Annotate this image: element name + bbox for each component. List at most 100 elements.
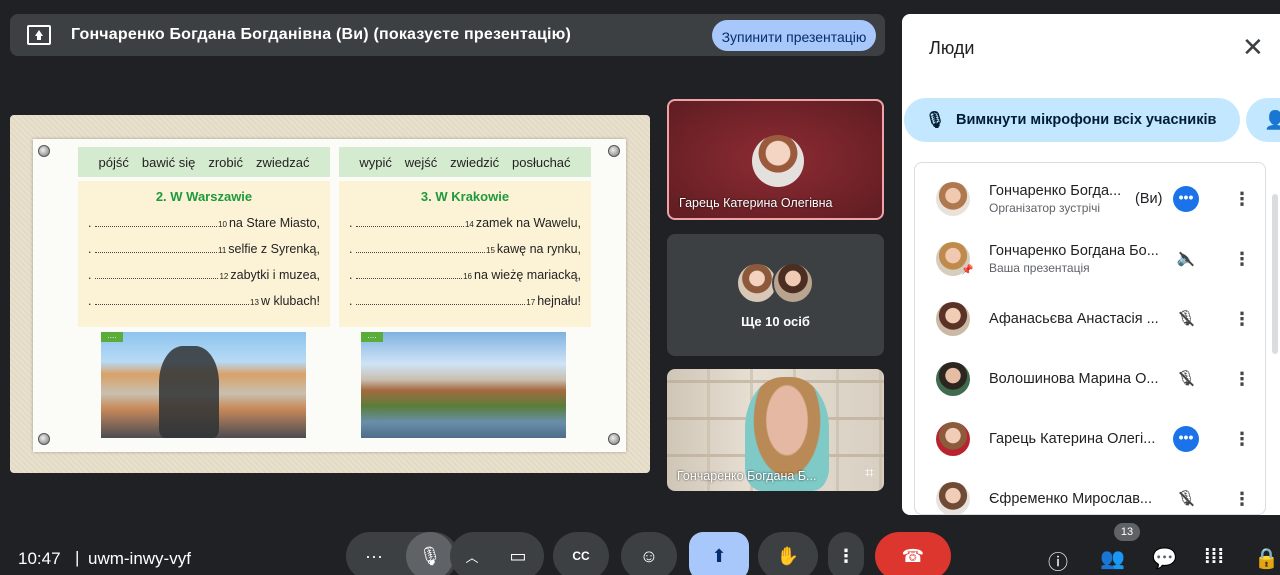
task-krakow: 3. W Krakowie . 14 zamek na Wawelu, . 15 kaw… — [339, 181, 591, 327]
verb: bawić się — [141, 154, 196, 170]
avatar — [936, 182, 970, 216]
person-name: Гончаренко Богдана Бо... — [989, 243, 1159, 259]
more-options-icon[interactable]: ⋮ — [1233, 430, 1251, 448]
exercise-line: . 10 na Stare Miasto, — [88, 216, 320, 230]
audio-off-icon[interactable]: 🔈 — [1173, 246, 1199, 272]
mic-off-icon[interactable]: 🎙 — [1173, 366, 1199, 392]
exercise-line: . 12 zabytki i muzea, — [88, 268, 320, 282]
more-options-icon[interactable]: ⋮ — [1233, 250, 1251, 268]
more-options-icon[interactable]: ⋮ — [1233, 190, 1251, 208]
warsaw-mermaid-photo: .... — [101, 332, 306, 438]
self-video-tile[interactable]: Гончаренко Богдана Б... ⌗ — [667, 369, 884, 491]
raise-hand-icon[interactable]: ✋ — [758, 532, 818, 575]
photo-tag: .... — [361, 332, 383, 342]
avatar-group — [736, 262, 814, 304]
info-icon[interactable]: ⓘ — [1048, 546, 1068, 575]
pin-icon — [608, 433, 620, 445]
emoji-icon[interactable]: ☺ — [621, 532, 677, 575]
krakow-wawel-photo: .... — [361, 332, 566, 438]
list-item[interactable]: Гончаренко Богда... Організатор зустрічі… — [915, 171, 1265, 227]
avatar — [772, 262, 814, 304]
task-title: 3. W Krakowie — [420, 189, 510, 204]
captions-icon: CC — [572, 549, 590, 563]
task-warsaw: 2. W Warszawie . 10 na Stare Miasto, . 11 se… — [78, 181, 330, 327]
pin-icon — [608, 145, 620, 157]
activities-icon[interactable]: ⁞⁞⁞ — [1204, 546, 1224, 569]
person-role: Ваша презентація — [989, 261, 1090, 275]
more-participants-label: Ще 10 осіб — [741, 314, 810, 329]
verb: pójść — [98, 154, 129, 170]
list-item[interactable]: Афанасьєва Анастасія ... 🎙 ⋮ — [915, 291, 1265, 347]
present-screen-icon: ⬆ — [711, 545, 727, 566]
person-name: Афанасьєва Анастасія ... — [989, 311, 1159, 327]
you-label: (Ви) — [1135, 191, 1163, 207]
panel-title: Люди — [929, 38, 975, 58]
mute-all-label: Вимкнути мікрофони всіх учасників — [956, 112, 1217, 128]
mermaid-statue — [159, 346, 219, 438]
mic-off-icon[interactable]: 🎙 — [1173, 486, 1199, 512]
list-item[interactable]: Єфременко Мирослав... 🎙 ⋮ — [915, 471, 1265, 514]
camera-icon[interactable]: ▭ — [494, 532, 542, 575]
verb: zwiedzić — [450, 154, 500, 170]
verb: posłuchać — [512, 154, 571, 170]
verb: wejść — [404, 154, 438, 170]
add-people-icon[interactable]: 👤 — [1246, 98, 1280, 142]
avatar — [752, 135, 804, 187]
end-call-button[interactable]: ☎ — [875, 532, 951, 575]
speaking-indicator-icon: ••• — [1173, 186, 1199, 212]
participant-tile-speaking[interactable]: Гарець Катерина Олегівна — [667, 99, 884, 220]
list-item[interactable]: Гарець Катерина Олегі... ••• ⋮ — [915, 411, 1265, 467]
people-list: Гончаренко Богда... Організатор зустрічі… — [914, 162, 1266, 515]
mic-icon[interactable]: 🎙 — [406, 532, 454, 575]
captions-button[interactable]: CC — [553, 532, 609, 575]
camera-control-group: ︿ ▭ — [450, 532, 544, 575]
avatar — [936, 482, 970, 514]
participant-name: Гончаренко Богдана Б... — [677, 469, 817, 483]
exercise-line: . 11 selfie z Syrenką, — [88, 242, 320, 256]
phone-hangup-icon: ☎ — [901, 545, 925, 566]
avatar — [936, 302, 970, 336]
chat-icon[interactable]: 💬 — [1152, 546, 1177, 571]
people-icon[interactable]: 👥 — [1100, 546, 1125, 571]
more-options-icon[interactable]: ⋮ — [1233, 310, 1251, 328]
present-now-button[interactable]: ⬆ — [689, 532, 749, 575]
slide-page: pójść bawić się zrobić zwiedzać wypić we… — [33, 139, 626, 452]
chevron-up-icon[interactable]: ︿ — [450, 532, 494, 575]
list-item[interactable]: 📌 Гончаренко Богдана Бо... Ваша презента… — [915, 231, 1265, 287]
verb: zwiedzać — [256, 154, 310, 170]
exercise-line: . 14 zamek na Wawelu, — [349, 216, 581, 230]
presenting-banner: Гончаренко Богдана Богданівна (Ви) (пока… — [10, 14, 885, 56]
verbs-box-left: pójść bawić się zrobić zwiedzać — [78, 147, 330, 177]
people-panel: Люди ✕ 🎙 Вимкнути мікрофони всіх учасник… — [902, 14, 1280, 515]
list-item[interactable]: Волошинова Марина О... 🎙 ⋮ — [915, 351, 1265, 407]
mute-all-button[interactable]: 🎙 Вимкнути мікрофони всіх учасників — [904, 98, 1240, 142]
host-controls-icon[interactable]: 🔒 — [1254, 546, 1279, 571]
verb: zrobić — [208, 154, 244, 170]
avatar — [936, 362, 970, 396]
person-name: Волошинова Марина О... — [989, 371, 1159, 387]
crop-icon[interactable]: ⌗ — [865, 465, 874, 483]
exercise-line: . 15 kawę na rynku, — [349, 242, 581, 256]
mic-off-icon[interactable]: 🎙 — [1173, 306, 1199, 332]
more-participants-tile[interactable]: Ще 10 осіб — [667, 234, 884, 356]
person-name: Гарець Катерина Олегі... — [989, 431, 1156, 447]
more-options-icon[interactable]: ⋮ — [1233, 490, 1251, 508]
more-options-icon[interactable]: ⋮ — [828, 532, 864, 575]
mic-off-icon: 🎙 — [924, 112, 946, 129]
photo-tag: .... — [101, 332, 123, 342]
separator: | — [75, 548, 80, 567]
mic-options-icon[interactable]: ··· — [346, 532, 402, 575]
scrollbar[interactable] — [1272, 194, 1278, 354]
task-title: 2. W Warszawie — [155, 189, 253, 204]
people-count-badge: 13 — [1114, 523, 1140, 541]
mic-control-group: ··· 🎙 — [346, 532, 458, 575]
person-name: Єфременко Мирослав... — [989, 491, 1152, 507]
close-icon[interactable]: ✕ — [1242, 34, 1264, 60]
exercise-line: . 17 hejnału! — [349, 294, 581, 308]
meeting-code: uwm-inwy-vyf — [88, 549, 191, 568]
more-options-icon[interactable]: ⋮ — [1233, 370, 1251, 388]
exercise-line: . 16 na wieżę mariacką, — [349, 268, 581, 282]
presentation-slide: pójść bawić się zrobić zwiedzać wypić we… — [10, 115, 650, 473]
bottom-control-bar: 10:47 | uwm-inwy-vyf ··· 🎙 ︿ ▭ CC ☺ ⬆ ✋ … — [0, 523, 1280, 575]
stop-presenting-button[interactable]: Зупинити презентацію — [712, 20, 876, 51]
